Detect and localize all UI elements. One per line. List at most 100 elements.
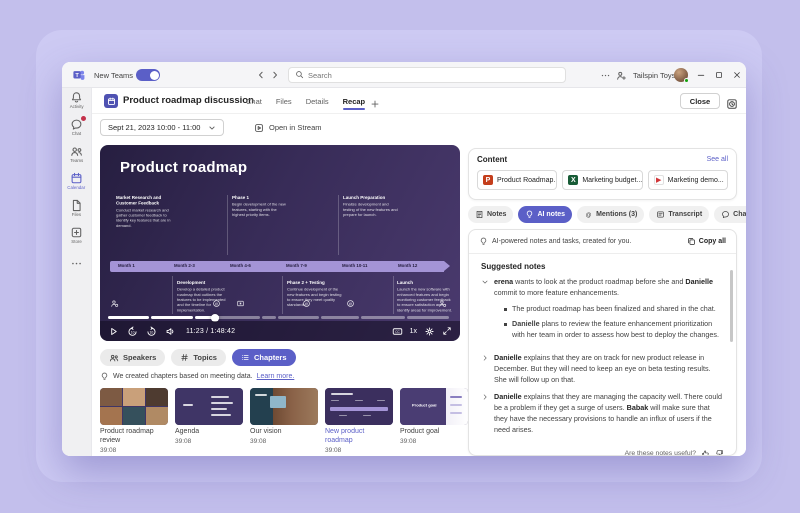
sidebar-item-activity[interactable]: Activity (62, 88, 91, 115)
chevron-right-icon[interactable] (481, 354, 489, 385)
chapter-thumbnail[interactable]: Agenda39:08 (175, 388, 243, 445)
bulb-icon (525, 210, 534, 219)
topics-filter-button[interactable]: Topics (171, 349, 226, 366)
chapters-filter-button[interactable]: Chapters (232, 349, 296, 366)
chevron-down-icon[interactable] (481, 278, 489, 346)
slide-divider (227, 195, 228, 255)
fullscreen-button[interactable] (442, 326, 452, 336)
open-in-stream-button[interactable]: Open in Stream (254, 119, 322, 136)
timeline-month-label: Month 2-3 (174, 263, 195, 268)
more-options-icon[interactable] (600, 62, 611, 88)
sidebar-item-more[interactable] (62, 250, 91, 277)
content-file-powerpoint[interactable]: PProduct Roadmap... (477, 170, 557, 190)
learn-more-link[interactable]: Learn more. (257, 373, 295, 380)
meeting-recap-icon[interactable] (726, 95, 738, 113)
panel-tab-mentions-3-[interactable]: @Mentions (3) (577, 206, 644, 223)
slide-section: Phase 1Begin development of the new feat… (232, 195, 342, 240)
captions-button[interactable]: CC (392, 326, 403, 337)
svg-text:10: 10 (131, 330, 135, 334)
minimize-button[interactable] (696, 62, 706, 88)
tab-details[interactable]: Details (306, 91, 329, 112)
add-person-icon[interactable] (616, 62, 627, 88)
playback-speed-button[interactable]: 1x (410, 328, 417, 335)
play-button[interactable] (108, 326, 119, 337)
tab-chat[interactable]: Chat (246, 91, 262, 112)
copy-all-button[interactable]: Copy all (687, 237, 726, 246)
open-in-stream-label: Open in Stream (269, 123, 322, 132)
seek-segment[interactable] (108, 316, 149, 319)
seek-segment[interactable] (361, 316, 406, 319)
sidebar-item-teams[interactable]: Teams (62, 142, 91, 169)
content-file-excel[interactable]: XMarketing budget... (562, 170, 642, 190)
slide-divider (172, 276, 173, 314)
seek-segment[interactable] (278, 316, 319, 319)
panel-tab-chat[interactable]: Chat (714, 206, 746, 223)
sidebar-item-calendar[interactable]: Calendar (62, 169, 91, 196)
tab-recap[interactable]: Recap (343, 91, 366, 112)
seek-segment[interactable] (321, 316, 359, 319)
new-teams-toggle[interactable] (136, 62, 160, 88)
meeting-icon (104, 94, 118, 108)
sidebar-item-store[interactable]: Store (62, 223, 91, 250)
search-input[interactable] (308, 71, 559, 80)
person-settings-marker-icon (438, 299, 447, 308)
chapter-duration: 39:08 (100, 447, 168, 454)
panel-tab-transcript[interactable]: Transcript (649, 206, 709, 223)
seek-segment[interactable] (407, 316, 448, 319)
chapter-thumbnail[interactable]: Product goalProduct goal39:08 (400, 388, 468, 445)
search-box[interactable] (288, 67, 566, 83)
excel-icon: X (568, 175, 578, 185)
chapter-thumbnail[interactable]: New product roadmap39:08 (325, 388, 393, 454)
maximize-button[interactable] (714, 62, 724, 88)
video-player[interactable]: Product roadmap Market Research and Cust… (100, 145, 460, 341)
thumbs-up-icon[interactable] (701, 449, 710, 456)
sidebar-item-files[interactable]: Files (62, 196, 91, 223)
settings-gear-icon[interactable] (424, 326, 435, 337)
close-window-button[interactable] (732, 62, 742, 88)
seek-segment[interactable] (195, 316, 260, 319)
nav-forward-icon[interactable] (270, 62, 280, 88)
chapter-duration: 39:08 (175, 438, 243, 445)
playback-time: 11:23 / 1:48:42 (186, 328, 235, 335)
see-all-link[interactable]: See all (707, 156, 728, 163)
chapter-thumbnail[interactable]: Our vision39:08 (250, 388, 318, 445)
svg-text:CC: CC (395, 330, 400, 334)
ai-notes-card: AI-powered notes and tasks, created for … (468, 229, 737, 456)
content-file-video[interactable]: ▶Marketing demo... (648, 170, 728, 190)
nav-back-icon[interactable] (256, 62, 266, 88)
svg-text:@: @ (349, 302, 353, 306)
sidebar-item-chat[interactable]: Chat (62, 115, 91, 142)
thumbs-down-icon[interactable] (715, 449, 724, 456)
chat-icon (721, 210, 730, 219)
chapter-thumbnail[interactable]: Product roadmap review39:08 (100, 388, 168, 454)
main-area: Product roadmap discussion ChatFilesDeta… (92, 88, 746, 456)
stream-icon (254, 123, 264, 133)
close-button[interactable]: Close (680, 93, 720, 109)
chevron-right-icon[interactable] (481, 393, 489, 435)
panel-tab-ai-notes[interactable]: AI notes (518, 206, 572, 223)
powerpoint-icon: P (483, 175, 493, 185)
tab-files[interactable]: Files (276, 91, 292, 112)
slide-divider (338, 195, 339, 255)
rewind-10-button[interactable]: 10 (127, 326, 138, 337)
avatar[interactable] (674, 62, 688, 88)
add-tab-icon[interactable] (370, 95, 380, 113)
seek-segment[interactable] (151, 316, 192, 319)
note-text: erena wants to look at the product roadm… (494, 277, 724, 299)
date-range-dropdown[interactable]: Sept 21, 2023 10:00 - 11:00 (100, 119, 224, 136)
forward-10-button[interactable]: 10 (146, 326, 157, 337)
people-icon (70, 145, 83, 158)
new-teams-label: New Teams (94, 62, 133, 88)
org-name[interactable]: Tailspin Toys (633, 62, 675, 88)
dots-icon (70, 257, 83, 270)
seek-segment[interactable] (262, 316, 276, 319)
recap-side-panel: Content See all PProduct Roadmap...XMark… (468, 145, 737, 456)
volume-button[interactable] (165, 326, 176, 337)
chapter-title: Product goal (400, 428, 468, 437)
note-text: Danielle explains that they are on track… (494, 353, 724, 385)
notes-scrollbar[interactable] (730, 270, 733, 342)
speakers-filter-button[interactable]: Speakers (100, 349, 165, 366)
panel-tab-notes[interactable]: Notes (468, 206, 513, 223)
seek-bar[interactable] (108, 316, 452, 319)
frame-marker-icon (236, 299, 245, 308)
